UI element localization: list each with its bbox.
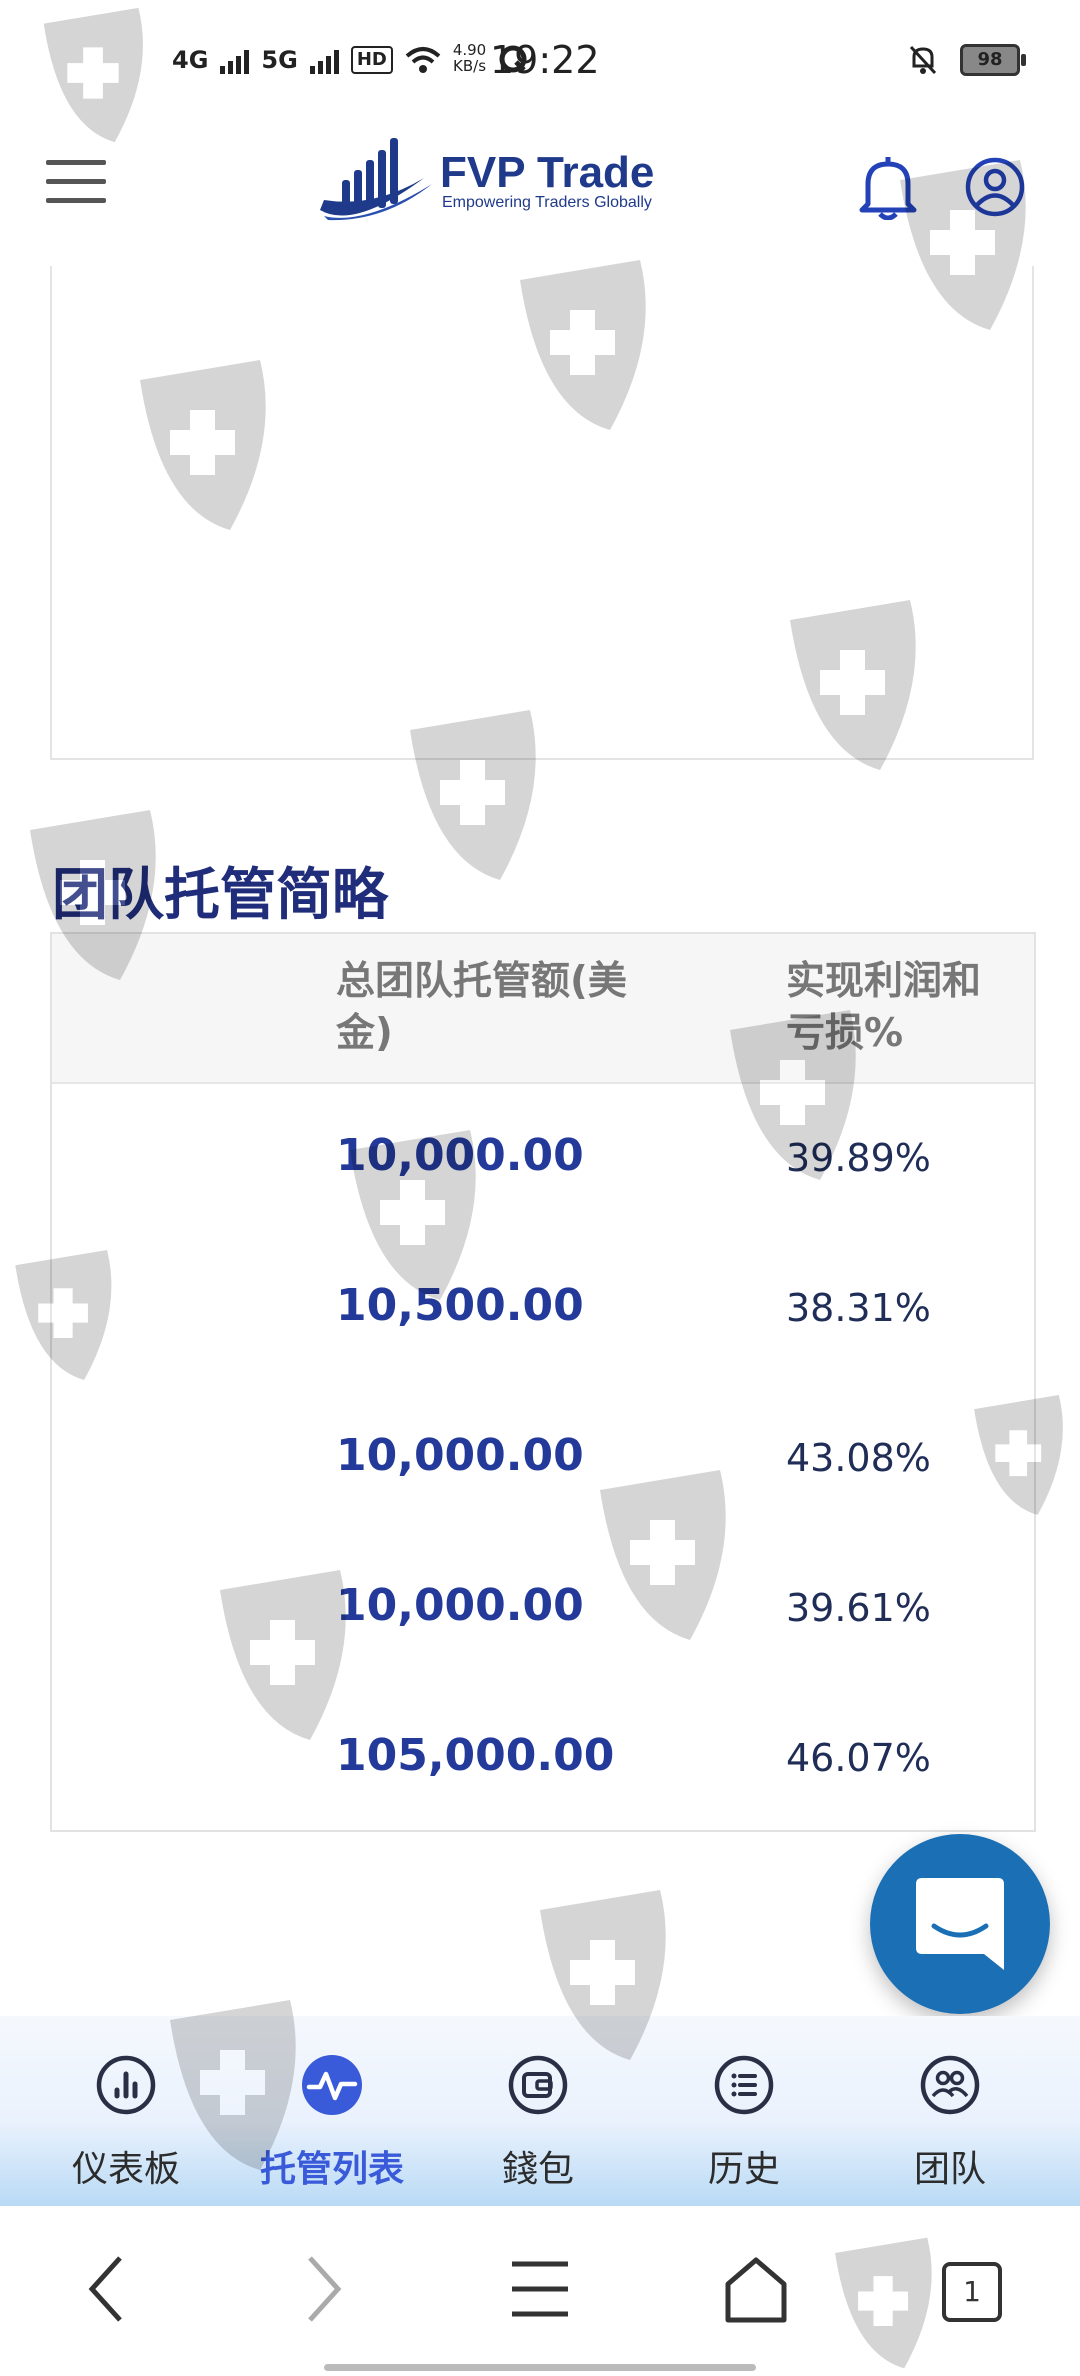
nav-item-dashboard[interactable]: 仪表板 bbox=[36, 2034, 216, 2194]
nav-item-history[interactable]: 历史 bbox=[654, 2034, 834, 2194]
amount-cell: 105,000.00 bbox=[336, 1730, 615, 1781]
bottom-navigation: 仪表板 托管列表 錢包 历史 团队 bbox=[0, 2016, 1080, 2206]
forward-arrow-icon[interactable] bbox=[304, 2254, 344, 2324]
home-icon[interactable] bbox=[724, 2254, 788, 2324]
dashboard-chart-icon bbox=[96, 2055, 156, 2115]
brand-logo[interactable]: FVP Trade Empowering Traders Globally bbox=[314, 130, 674, 230]
pnl-cell: 38.31% bbox=[786, 1286, 931, 1330]
amount-cell: 10,000.00 bbox=[336, 1430, 584, 1481]
nav-item-team[interactable]: 团队 bbox=[860, 2034, 1040, 2194]
nav-label: 托管列表 bbox=[259, 2149, 404, 2190]
logo-mark-icon bbox=[320, 138, 432, 221]
amount-cell: 10,000.00 bbox=[336, 1130, 584, 1181]
notification-bell-icon[interactable] bbox=[858, 154, 918, 220]
table-row: 10,500.00 38.31% bbox=[52, 1234, 1034, 1384]
live-chat-button[interactable] bbox=[870, 1834, 1050, 2014]
table-row: 10,000.00 43.08% bbox=[52, 1384, 1034, 1534]
app-header: FVP Trade Empowering Traders Globally bbox=[0, 130, 1080, 260]
nav-label: 历史 bbox=[707, 2149, 780, 2190]
mute-notifications-icon bbox=[909, 45, 937, 75]
pnl-cell: 46.07% bbox=[786, 1736, 931, 1780]
table-row: 105,000.00 46.07% bbox=[52, 1684, 1034, 1834]
net-speed: 4.90 KB/s bbox=[453, 42, 486, 74]
network-5g-label: 5G bbox=[261, 46, 298, 74]
nav-label: 錢包 bbox=[501, 2149, 574, 2190]
status-right: 98 bbox=[908, 44, 1026, 76]
browser-menu-icon[interactable] bbox=[510, 2254, 570, 2324]
chart-card bbox=[50, 266, 1034, 760]
wallet-icon bbox=[508, 2055, 568, 2115]
battery-indicator: 98 bbox=[960, 44, 1026, 76]
net-speed-unit: KB/s bbox=[453, 57, 487, 75]
status-bar: 4G 5G HD 4.90 KB/s 19:22 98 bbox=[0, 0, 1080, 130]
wifi-icon bbox=[405, 47, 441, 73]
table-row: 10,000.00 39.61% bbox=[52, 1534, 1034, 1684]
hd-voice-badge: HD bbox=[350, 46, 393, 74]
nav-label: 仪表板 bbox=[71, 2149, 180, 2190]
pnl-cell: 39.61% bbox=[786, 1586, 931, 1630]
team-custody-table: 总团队托管额(美金) 实现利润和亏损% 10,000.00 39.89% 10,… bbox=[50, 932, 1036, 1832]
back-arrow-icon[interactable] bbox=[86, 2254, 126, 2324]
tabs-count-button[interactable]: 1 bbox=[942, 2262, 1002, 2322]
section-title: 团队托管简略 bbox=[52, 863, 388, 928]
clock: 19:22 bbox=[490, 38, 600, 82]
signal-icon bbox=[220, 46, 250, 74]
nav-label: 团队 bbox=[913, 2149, 986, 2190]
menu-button[interactable] bbox=[46, 160, 106, 208]
user-profile-icon[interactable] bbox=[964, 156, 1026, 218]
column-header-total: 总团队托管额(美金) bbox=[336, 959, 627, 1056]
home-indicator bbox=[324, 2364, 756, 2371]
table-row: 10,000.00 39.89% bbox=[52, 1084, 1034, 1234]
nav-item-wallet[interactable]: 錢包 bbox=[448, 2034, 628, 2194]
table-header: 总团队托管额(美金) 实现利润和亏损% bbox=[52, 934, 1034, 1084]
pulse-icon bbox=[302, 2055, 362, 2115]
logo-title: FVP Trade bbox=[440, 148, 655, 197]
system-navigation-bar: 1 bbox=[0, 2206, 1080, 2376]
network-4g-label: 4G bbox=[172, 46, 209, 74]
nav-item-custody-list[interactable]: 托管列表 bbox=[242, 2034, 422, 2194]
history-list-icon bbox=[714, 2055, 774, 2115]
network-indicators: 4G 5G HD 4.90 KB/s bbox=[172, 42, 528, 74]
amount-cell: 10,500.00 bbox=[336, 1280, 584, 1331]
pnl-cell: 39.89% bbox=[786, 1136, 931, 1180]
team-icon bbox=[920, 2055, 980, 2115]
chat-bubble-icon bbox=[916, 1878, 1004, 1970]
amount-cell: 10,000.00 bbox=[336, 1580, 584, 1631]
pnl-cell: 43.08% bbox=[786, 1436, 931, 1480]
logo-subtitle: Empowering Traders Globally bbox=[442, 194, 652, 211]
signal-icon bbox=[309, 46, 339, 74]
column-header-pnl: 实现利润和亏损% bbox=[786, 959, 982, 1056]
